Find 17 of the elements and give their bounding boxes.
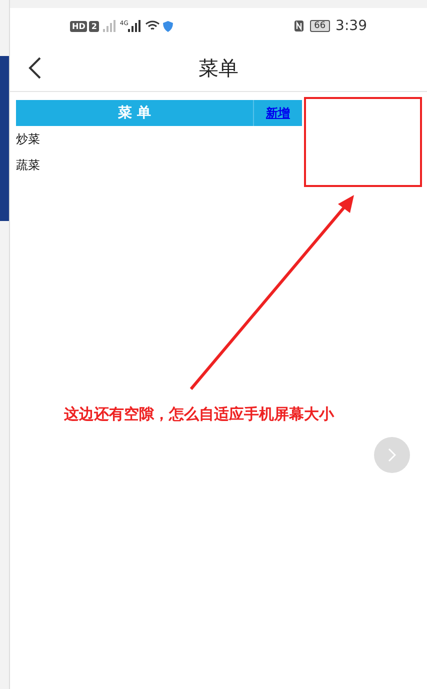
- wifi-icon: [145, 20, 160, 32]
- shield-icon: [163, 20, 174, 32]
- battery-indicator: 66: [310, 20, 330, 32]
- menu-item[interactable]: 蔬菜: [16, 152, 302, 178]
- signal-icon: [128, 20, 142, 32]
- signal-icon: [102, 20, 117, 32]
- hd-badge: HD: [70, 20, 88, 32]
- sim-badge: 2: [89, 20, 99, 32]
- time-label: 3:39: [336, 16, 367, 36]
- add-link[interactable]: 新增: [254, 100, 302, 126]
- table-heading: 菜 单: [16, 100, 254, 126]
- back-icon[interactable]: [28, 56, 42, 78]
- page-title: 菜单: [198, 54, 238, 82]
- nfc-icon: [294, 20, 304, 32]
- annotation-text: 这边还有空隙，怎么自适应手机屏幕大小: [64, 404, 334, 425]
- menu-item[interactable]: 炒菜: [16, 126, 302, 152]
- chevron-right-icon: [388, 448, 396, 462]
